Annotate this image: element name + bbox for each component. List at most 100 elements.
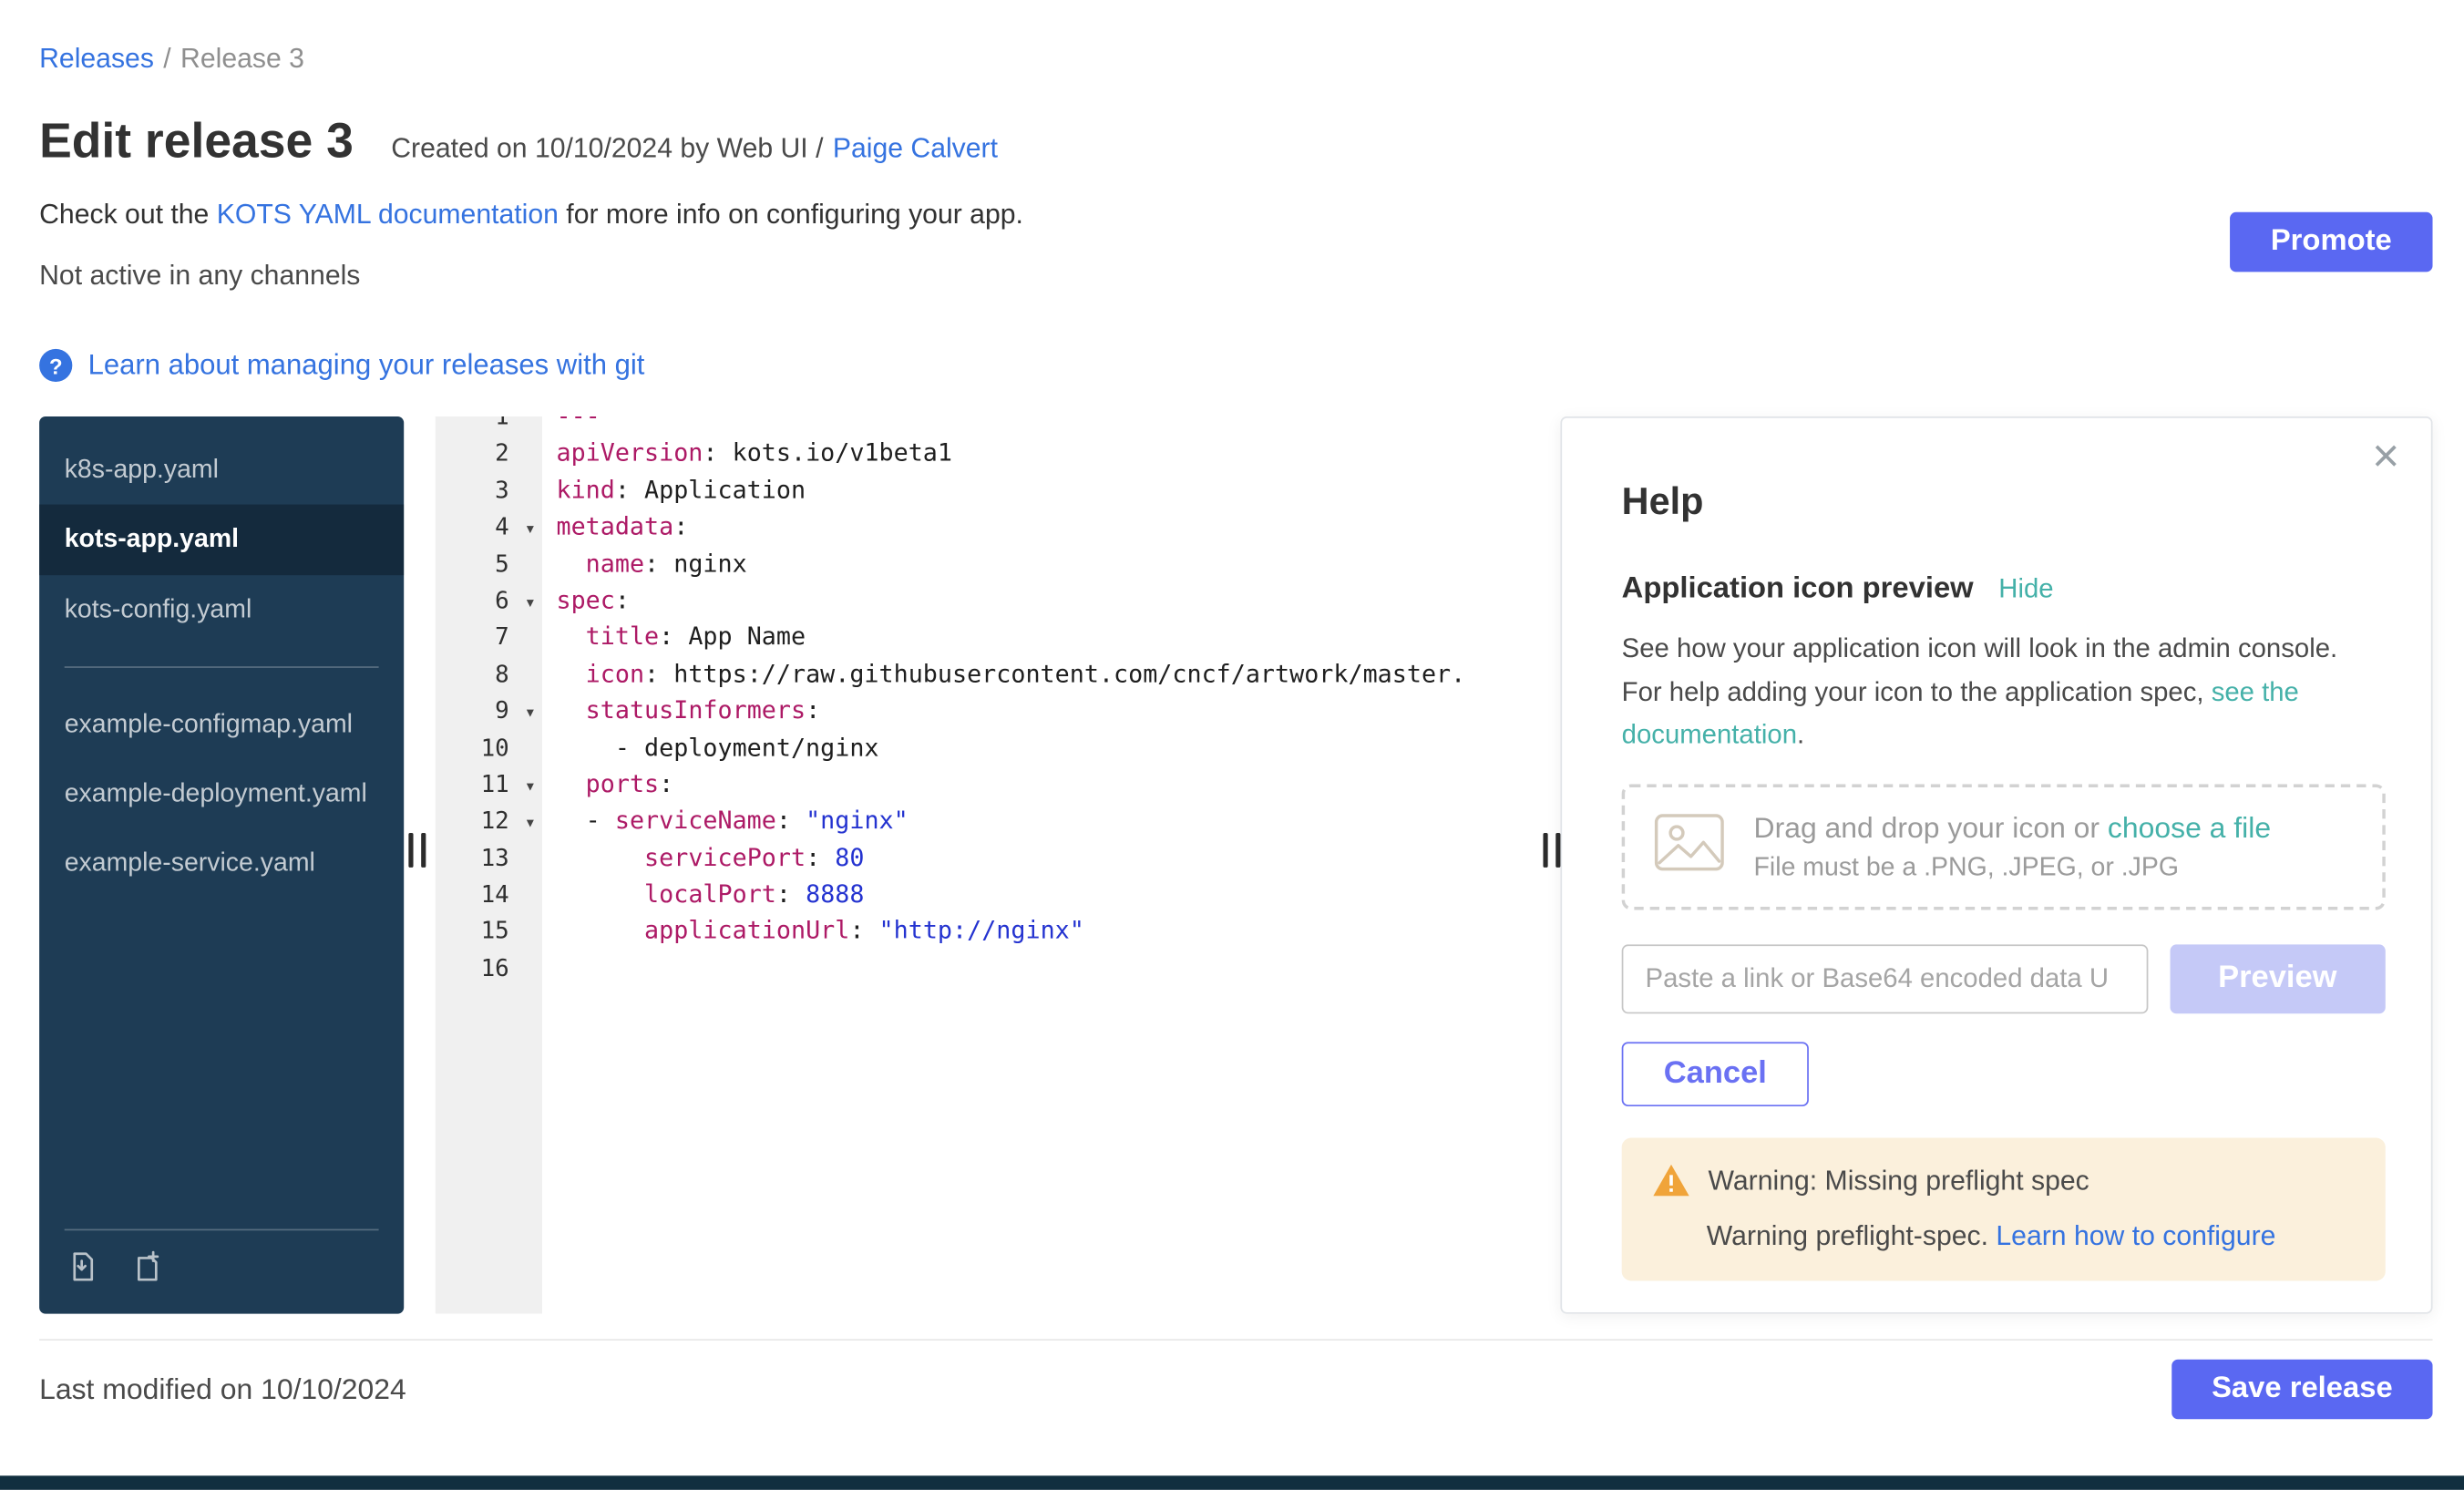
learn-how-to-configure-link[interactable]: Learn how to configure bbox=[1996, 1219, 2275, 1250]
code-text: ports: bbox=[542, 766, 673, 803]
fold-arrow-icon[interactable]: ▾ bbox=[525, 805, 536, 841]
git-releases-help-link[interactable]: Learn about managing your releases with … bbox=[88, 349, 645, 382]
cancel-button[interactable]: Cancel bbox=[1622, 1042, 1809, 1106]
code-line[interactable]: 1--- bbox=[436, 416, 1561, 436]
line-number: 15 bbox=[436, 914, 542, 951]
git-help-row: ? Learn about managing your releases wit… bbox=[39, 349, 2432, 382]
app-root: Releases/Release 3 Edit release 3 Create… bbox=[0, 0, 2464, 1490]
release-editor-area: k8s-app.yamlkots-app.yamlkots-config.yam… bbox=[39, 416, 2432, 1314]
line-number: 10 bbox=[436, 730, 542, 766]
code-line[interactable]: 2apiVersion: kots.io/v1beta1 bbox=[436, 436, 1561, 472]
code-line[interactable]: 7 title: App Name bbox=[436, 620, 1561, 656]
icon-preview-description: See how your application icon will look … bbox=[1622, 627, 2364, 756]
code-line[interactable]: 3kind: Application bbox=[436, 473, 1561, 509]
code-line[interactable]: 12▾ - serviceName: "nginx" bbox=[436, 804, 1561, 840]
line-number: 9▾ bbox=[436, 694, 542, 730]
code-text: title: App Name bbox=[542, 620, 806, 656]
created-info: Created on 10/10/2024 by Web UI / Paige C… bbox=[391, 132, 998, 165]
docs-hint-prefix: Check out the bbox=[39, 198, 217, 229]
icon-dropzone[interactable]: Drag and drop your icon or choose a file… bbox=[1622, 784, 2386, 909]
panel-resize-handle-right[interactable] bbox=[1543, 833, 1560, 868]
channel-status: Not active in any channels bbox=[39, 260, 2432, 293]
docs-hint-suffix: for more info on configuring your app. bbox=[559, 198, 1023, 229]
code-line[interactable]: 16 bbox=[436, 951, 1561, 987]
hide-link[interactable]: Hide bbox=[1998, 573, 2053, 604]
file-tree-footer bbox=[39, 1210, 404, 1314]
line-number: 3 bbox=[436, 473, 542, 509]
page-title: Edit release 3 bbox=[39, 113, 354, 170]
line-number: 8 bbox=[436, 656, 542, 693]
line-number: 16 bbox=[436, 951, 542, 987]
code-line[interactable]: 6▾spec: bbox=[436, 583, 1561, 620]
fold-arrow-icon[interactable]: ▾ bbox=[525, 768, 536, 805]
line-number: 1 bbox=[436, 416, 542, 436]
panel-resize-handle-left[interactable] bbox=[408, 833, 426, 868]
image-placeholder-icon bbox=[1653, 813, 1725, 880]
close-icon[interactable]: × bbox=[2372, 434, 2399, 481]
code-text: apiVersion: kots.io/v1beta1 bbox=[542, 436, 952, 472]
dropzone-text-prefix: Drag and drop your icon or bbox=[1754, 810, 2108, 843]
icon-preview-title: Application icon preview bbox=[1622, 572, 1974, 607]
preview-button[interactable]: Preview bbox=[2170, 944, 2386, 1013]
icon-url-input[interactable] bbox=[1622, 944, 2148, 1013]
footer: Last modified on 10/10/2024 Save release bbox=[39, 1339, 2432, 1419]
file-tree-item[interactable]: example-configmap.yaml bbox=[39, 690, 404, 759]
author-link[interactable]: Paige Calvert bbox=[833, 132, 998, 163]
description-period: . bbox=[1797, 720, 1804, 750]
code-text: metadata: bbox=[542, 509, 688, 546]
promote-button[interactable]: Promote bbox=[2230, 212, 2432, 272]
warning-text: Warning: Missing preflight spec bbox=[1709, 1164, 2089, 1197]
line-number: 12▾ bbox=[436, 804, 542, 840]
line-number: 5 bbox=[436, 546, 542, 582]
warning-icon bbox=[1653, 1165, 1689, 1196]
dropzone-text: Drag and drop your icon or choose a file bbox=[1754, 810, 2272, 845]
code-text: --- bbox=[542, 416, 601, 436]
breadcrumb-separator: / bbox=[163, 43, 170, 74]
code-line[interactable]: 15 applicationUrl: "http://nginx" bbox=[436, 914, 1561, 951]
question-icon: ? bbox=[39, 349, 72, 382]
code-text: icon: https://raw.githubusercontent.com/… bbox=[542, 656, 1465, 693]
choose-file-link[interactable]: choose a file bbox=[2108, 810, 2271, 843]
code-line[interactable]: 8 icon: https://raw.githubusercontent.co… bbox=[436, 656, 1561, 693]
icon-preview-section-header: Application icon preview Hide bbox=[1622, 572, 2386, 607]
code-line[interactable]: 5 name: nginx bbox=[436, 546, 1561, 582]
line-number: 4▾ bbox=[436, 509, 542, 546]
file-tree-item[interactable]: kots-app.yaml bbox=[39, 505, 404, 574]
code-text: localPort: 8888 bbox=[542, 877, 865, 913]
created-text: Created on 10/10/2024 by Web UI / bbox=[391, 132, 823, 163]
code-line[interactable]: 10 - deployment/nginx bbox=[436, 730, 1561, 766]
file-tree-item[interactable]: example-service.yaml bbox=[39, 828, 404, 898]
warning-detail: Warning preflight-spec. Learn how to con… bbox=[1707, 1219, 2354, 1252]
fold-arrow-icon[interactable]: ▾ bbox=[525, 584, 536, 621]
code-line[interactable]: 13 servicePort: 80 bbox=[436, 840, 1561, 877]
file-tree-list: k8s-app.yamlkots-app.yamlkots-config.yam… bbox=[39, 436, 404, 899]
code-text: servicePort: 80 bbox=[542, 840, 865, 877]
code-text: - serviceName: "nginx" bbox=[542, 804, 909, 840]
code-line[interactable]: 9▾ statusInformers: bbox=[436, 694, 1561, 730]
code-text: statusInformers: bbox=[542, 694, 820, 730]
code-line[interactable]: 4▾metadata: bbox=[436, 509, 1561, 546]
file-tree-item[interactable]: kots-config.yaml bbox=[39, 574, 404, 643]
code-editor[interactable]: 1---2apiVersion: kots.io/v1beta13kind: A… bbox=[436, 416, 1561, 1314]
file-tree: k8s-app.yamlkots-app.yamlkots-config.yam… bbox=[39, 416, 404, 1314]
import-file-icon[interactable] bbox=[65, 1249, 99, 1292]
code-line[interactable]: 14 localPort: 8888 bbox=[436, 877, 1561, 913]
edit-release-page: Releases/Release 3 Edit release 3 Create… bbox=[0, 0, 2464, 1490]
code-text bbox=[542, 951, 557, 987]
code-line[interactable]: 11▾ ports: bbox=[436, 766, 1561, 803]
file-tree-item[interactable]: k8s-app.yaml bbox=[39, 436, 404, 505]
code-text: - deployment/nginx bbox=[542, 730, 879, 766]
fold-arrow-icon[interactable]: ▾ bbox=[525, 511, 536, 548]
code-text: spec: bbox=[542, 583, 630, 620]
file-tree-item[interactable]: example-deployment.yaml bbox=[39, 759, 404, 828]
breadcrumb-releases-link[interactable]: Releases bbox=[39, 43, 154, 74]
line-number: 11▾ bbox=[436, 766, 542, 803]
fold-arrow-icon[interactable]: ▾ bbox=[525, 694, 536, 731]
code-text: name: nginx bbox=[542, 546, 747, 582]
new-file-icon[interactable] bbox=[128, 1249, 162, 1292]
kots-yaml-docs-link[interactable]: KOTS YAML documentation bbox=[217, 198, 559, 229]
save-release-button[interactable]: Save release bbox=[2171, 1360, 2432, 1420]
bottom-bar bbox=[0, 1475, 2464, 1490]
code-lines: 1---2apiVersion: kots.io/v1beta13kind: A… bbox=[436, 416, 1561, 987]
file-tree-footer-divider bbox=[65, 1229, 379, 1231]
